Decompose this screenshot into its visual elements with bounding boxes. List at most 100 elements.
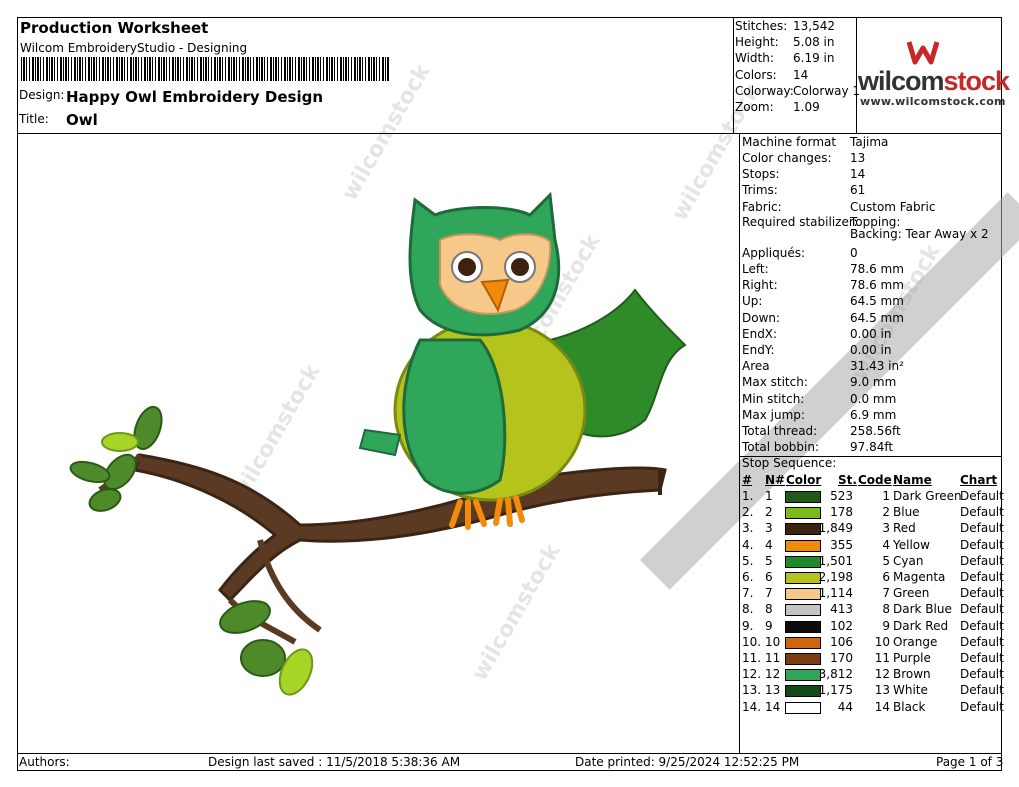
stop-name: Black bbox=[893, 699, 926, 714]
summary-label: Width: bbox=[735, 51, 774, 66]
stop-chart: Default bbox=[960, 570, 1004, 584]
stop-needle: 5 bbox=[765, 553, 773, 568]
stop-code: 7 bbox=[882, 586, 890, 601]
stop-col-n: N# bbox=[765, 473, 786, 487]
stop-name: Dark Blue bbox=[893, 602, 952, 617]
stop-name: Blue bbox=[893, 505, 920, 520]
summary-value: 14 bbox=[793, 67, 809, 82]
detail-value: 0.00 in bbox=[850, 343, 892, 357]
stop-needle: 1 bbox=[765, 489, 773, 503]
stop-sequence-heading: Stop Sequence: bbox=[742, 456, 837, 470]
detail-label: Area bbox=[742, 359, 770, 373]
stop-chart: Default bbox=[960, 489, 1004, 503]
stop-name: Cyan bbox=[893, 553, 924, 568]
stop-code: 14 bbox=[874, 699, 890, 714]
color-swatch bbox=[785, 507, 821, 520]
page-subtitle: Wilcom EmbroideryStudio - Designing bbox=[20, 41, 248, 55]
stop-chart: Default bbox=[960, 634, 1004, 649]
stop-chart: Default bbox=[960, 553, 1004, 568]
stop-name: Purple bbox=[893, 651, 931, 665]
stop-index: 1. bbox=[742, 489, 754, 503]
detail-label: Trims: bbox=[742, 183, 778, 197]
detail-label: Left: bbox=[742, 262, 769, 276]
detail-value: 258.56ft bbox=[850, 424, 901, 438]
detail-value: 0 bbox=[850, 246, 858, 260]
detail-label: EndY: bbox=[742, 343, 775, 357]
stop-name: Magenta bbox=[893, 570, 946, 584]
stop-code: 6 bbox=[882, 570, 890, 584]
design-preview bbox=[69, 191, 687, 696]
stop-index: 10. bbox=[742, 634, 762, 649]
stop-index: 14. bbox=[742, 699, 762, 714]
stop-stitches: 170 bbox=[830, 651, 853, 665]
detail-value: 13 bbox=[850, 151, 866, 165]
detail-label: Machine format bbox=[742, 135, 837, 149]
detail-value: 97.84ft bbox=[850, 440, 894, 454]
stop-index: 5. bbox=[742, 553, 754, 568]
stop-col-name: Name bbox=[893, 473, 932, 487]
stop-index: 4. bbox=[742, 537, 754, 552]
stop-chart: Default bbox=[960, 618, 1004, 633]
stop-code: 8 bbox=[882, 602, 890, 617]
stop-code: 5 bbox=[882, 553, 890, 568]
stop-code: 11 bbox=[874, 651, 890, 665]
color-swatch bbox=[785, 604, 821, 617]
stop-stitches: 2,198 bbox=[818, 570, 853, 584]
stop-needle: 2 bbox=[765, 505, 773, 520]
summary-label: Colorway: bbox=[735, 83, 794, 98]
stop-name: White bbox=[893, 683, 928, 698]
stop-needle: 11 bbox=[765, 651, 781, 665]
stop-code: 13 bbox=[874, 683, 890, 698]
stop-stitches: 3,812 bbox=[818, 667, 853, 682]
summary-value: Colorway 1 bbox=[793, 83, 861, 98]
leaf bbox=[219, 600, 271, 634]
footer-last-saved: Design last saved : 11/5/2018 5:38:36 AM bbox=[208, 755, 461, 769]
stop-index: 9. bbox=[742, 618, 754, 633]
logo-wordmark: wilcomstock bbox=[858, 66, 1010, 96]
leaf bbox=[69, 460, 111, 484]
stop-chart: Default bbox=[960, 651, 1004, 665]
stop-chart: Default bbox=[960, 683, 1004, 698]
design-name: Happy Owl Embroidery Design bbox=[66, 88, 323, 106]
leaf bbox=[88, 488, 122, 512]
stop-name: Red bbox=[893, 521, 916, 536]
stop-chart: Default bbox=[960, 699, 1004, 714]
stop-name: Dark Green bbox=[893, 489, 962, 503]
stop-chart: Default bbox=[960, 521, 1004, 536]
stop-stitches: 413 bbox=[830, 602, 853, 617]
stop-stitches: 44 bbox=[837, 699, 853, 714]
detail-label: Min stitch: bbox=[742, 392, 805, 406]
stop-needle: 3 bbox=[765, 521, 773, 536]
summary-value: 6.19 in bbox=[793, 51, 835, 66]
summary-value: 13,542 bbox=[793, 19, 835, 33]
stop-stitches: 1,114 bbox=[818, 586, 853, 601]
stop-name: Brown bbox=[893, 667, 931, 682]
stop-code: 4 bbox=[882, 537, 890, 552]
detail-value: 64.5 mm bbox=[850, 311, 904, 325]
color-swatch bbox=[785, 620, 821, 633]
color-swatch bbox=[785, 701, 821, 714]
stop-index: 6. bbox=[742, 570, 754, 584]
stop-stitches: 355 bbox=[830, 537, 853, 552]
detail-value: 0.0 mm bbox=[850, 392, 897, 406]
stop-name: Dark Red bbox=[893, 618, 949, 633]
detail-label: Up: bbox=[742, 294, 763, 308]
stop-col-idx: # bbox=[742, 473, 753, 487]
stop-needle: 12 bbox=[765, 667, 781, 682]
color-swatch bbox=[785, 669, 821, 682]
stop-index: 7. bbox=[742, 586, 754, 601]
stop-needle: 8 bbox=[765, 602, 773, 617]
detail-label: Appliqués: bbox=[742, 246, 806, 260]
stop-needle: 6 bbox=[765, 570, 773, 584]
title-label: Title: bbox=[19, 112, 49, 126]
color-swatch bbox=[785, 636, 821, 649]
stop-stitches: 523 bbox=[830, 489, 853, 503]
design-label: Design: bbox=[19, 88, 65, 102]
stop-chart: Default bbox=[960, 537, 1004, 552]
detail-value: 64.5 mm bbox=[850, 294, 904, 308]
stop-stitches: 102 bbox=[830, 618, 853, 633]
detail-value: 61 bbox=[850, 183, 866, 197]
stop-chart: Default bbox=[960, 602, 1004, 617]
wilcom-logo-icon bbox=[906, 41, 940, 65]
summary-label: Zoom: bbox=[735, 100, 774, 114]
